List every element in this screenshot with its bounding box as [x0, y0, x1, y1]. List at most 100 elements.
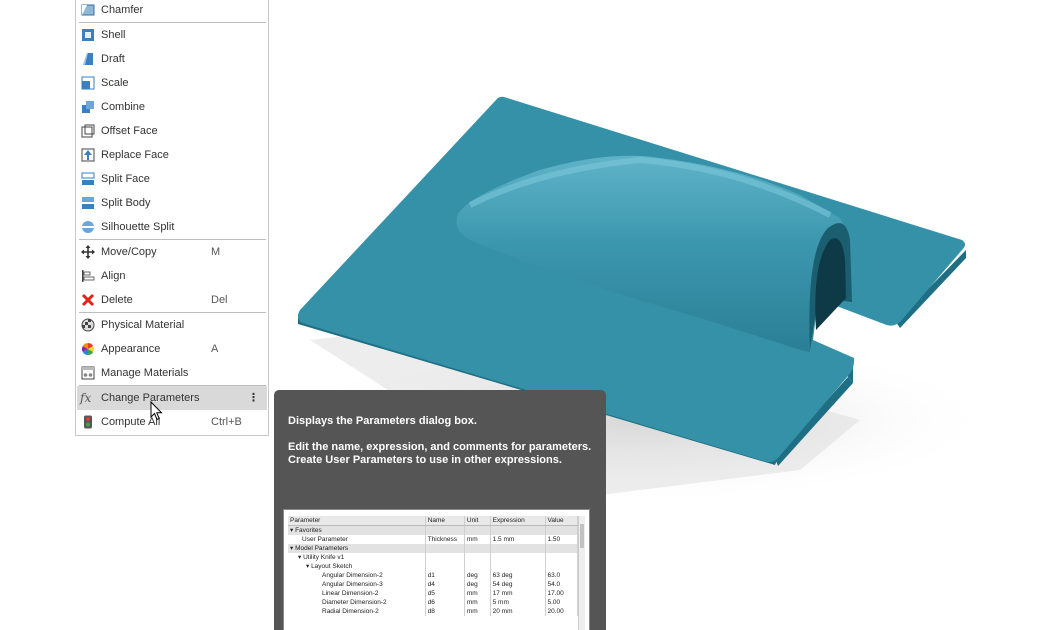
menu-item-chamfer[interactable]: Chamfer — [77, 0, 267, 22]
column-header: Parameter — [288, 516, 426, 526]
menu-item-scale[interactable]: Scale — [77, 71, 267, 95]
table-cell — [464, 544, 491, 553]
manage-materials-icon — [81, 366, 95, 380]
menu-item-label: Scale — [101, 77, 129, 89]
column-header: Value — [545, 516, 578, 526]
menu-item-silhouette-split[interactable]: Silhouette Split — [77, 215, 267, 239]
menu-item-compute-all[interactable]: Compute All Ctrl+B — [77, 410, 267, 434]
menu-item-label: Replace Face — [101, 149, 169, 161]
combine-icon — [82, 101, 94, 113]
table-row: Angular Dimension-3 d4 deg 54 deg 54.0 — [288, 580, 578, 589]
column-header: Unit — [464, 516, 491, 526]
table-cell: deg — [464, 580, 491, 589]
table-cell: Angular Dimension-2 — [288, 571, 426, 580]
menu-item-delete[interactable]: Delete Del — [77, 288, 267, 312]
menu-item-offset-face[interactable]: Offset Face — [77, 119, 267, 143]
table-cell: 20 mm — [490, 607, 546, 616]
table-cell: ▾ Model Parameters — [288, 544, 426, 553]
menu-item-label: Manage Materials — [101, 367, 189, 379]
table-cell — [545, 544, 578, 553]
split-face-icon — [81, 172, 95, 185]
menu-item-replace-face[interactable]: Replace Face — [77, 143, 267, 167]
table-cell: Diameter Dimension-2 — [288, 598, 426, 607]
menu-item-move-copy[interactable]: Move/Copy M — [77, 240, 267, 264]
table-cell — [425, 562, 465, 571]
table-cell: 1.5 mm — [490, 535, 546, 544]
table-cell: 17 mm — [490, 589, 546, 598]
menu-item-shortcut: Del — [211, 294, 228, 306]
table-cell: 5 mm — [490, 598, 546, 607]
table-cell: 54.0 — [545, 580, 578, 589]
table-cell: d1 — [425, 571, 465, 580]
table-cell: 20.00 — [545, 607, 578, 616]
table-cell: 17.00 — [545, 589, 578, 598]
parameters-dialog-preview: Parameter Name Unit Expression Value ▾ F… — [283, 509, 590, 630]
table-cell — [464, 525, 491, 535]
menu-item-combine[interactable]: Combine — [77, 95, 267, 119]
menu-item-shortcut: A — [211, 343, 219, 355]
scale-icon — [81, 76, 95, 90]
table-cell: User Parameter — [288, 535, 426, 544]
align-icon — [82, 270, 95, 282]
menu-item-shell[interactable]: Shell — [77, 23, 267, 47]
table-cell — [464, 553, 491, 562]
table-cell — [425, 544, 465, 553]
table-cell: Linear Dimension-2 — [288, 589, 426, 598]
menu-item-label: Combine — [101, 101, 146, 113]
parameters-table: Parameter Name Unit Expression Value ▾ F… — [288, 516, 578, 616]
table-cell: 63 deg — [490, 571, 546, 580]
offset-face-icon — [81, 124, 95, 138]
table-cell — [490, 562, 546, 571]
table-row: ▾ Favorites — [288, 525, 578, 535]
table-row: Linear Dimension-2 d5 mm 17 mm 17.00 — [288, 589, 578, 598]
menu-item-label: Align — [101, 270, 126, 282]
menu-item-label: Appearance — [101, 343, 161, 355]
more-options-icon[interactable]: ⋮ — [248, 386, 259, 410]
menu-item-label: Physical Material — [101, 319, 185, 331]
column-header: Name — [425, 516, 465, 526]
menu-item-split-body[interactable]: Split Body — [77, 191, 267, 215]
split-body-icon — [82, 197, 94, 209]
menu-item-shortcut: Ctrl+B — [211, 416, 242, 428]
replace-face-icon — [81, 148, 95, 162]
preview-scrollbar — [578, 516, 585, 630]
table-cell: Angular Dimension-3 — [288, 580, 426, 589]
menu-item-change-parameters[interactable]: fx Change Parameters ⋮ — [77, 386, 267, 410]
table-cell — [490, 553, 546, 562]
menu-item-shortcut: M — [211, 246, 221, 258]
move-icon — [81, 245, 95, 259]
physical-material-icon — [81, 318, 95, 332]
table-row: ▾ Layout Sketch — [288, 562, 578, 571]
table-cell: d8 — [425, 607, 465, 616]
table-cell: mm — [464, 535, 491, 544]
table-cell: Radial Dimension-2 — [288, 607, 426, 616]
menu-item-label: Chamfer — [101, 4, 144, 16]
table-cell — [490, 525, 546, 535]
menu-item-appearance[interactable]: Appearance A — [77, 337, 267, 361]
table-row: Diameter Dimension-2 d6 mm 5 mm 5.00 — [288, 598, 578, 607]
tooltip-description: Edit the name, expression, and comments … — [288, 441, 592, 466]
table-cell — [545, 525, 578, 535]
table-cell — [545, 553, 578, 562]
table-header-row: Parameter Name Unit Expression Value — [288, 516, 578, 526]
menu-item-draft[interactable]: Draft — [77, 47, 267, 71]
context-menu: Chamfer Shell Draft Scale Combine Offset… — [75, 0, 269, 436]
menu-item-manage-materials[interactable]: Manage Materials — [77, 361, 267, 385]
table-row: Angular Dimension-2 d1 deg 63 deg 63.0 — [288, 571, 578, 580]
table-cell: ▾ Layout Sketch — [288, 562, 426, 571]
table-cell: 1.50 — [545, 535, 578, 544]
table-cell — [425, 553, 465, 562]
fx-icon: fx — [80, 391, 92, 405]
table-row: Radial Dimension-2 d8 mm 20 mm 20.00 — [288, 607, 578, 616]
table-cell: mm — [464, 598, 491, 607]
compute-icon — [84, 415, 92, 429]
menu-item-label: Draft — [101, 53, 125, 65]
table-cell: mm — [464, 589, 491, 598]
tooltip-title: Displays the Parameters dialog box. — [288, 415, 477, 427]
table-cell — [545, 562, 578, 571]
menu-item-align[interactable]: Align — [77, 264, 267, 288]
mouse-cursor-icon — [150, 401, 163, 421]
draft-icon — [83, 53, 93, 65]
menu-item-physical-material[interactable]: Physical Material — [77, 313, 267, 337]
menu-item-split-face[interactable]: Split Face — [77, 167, 267, 191]
